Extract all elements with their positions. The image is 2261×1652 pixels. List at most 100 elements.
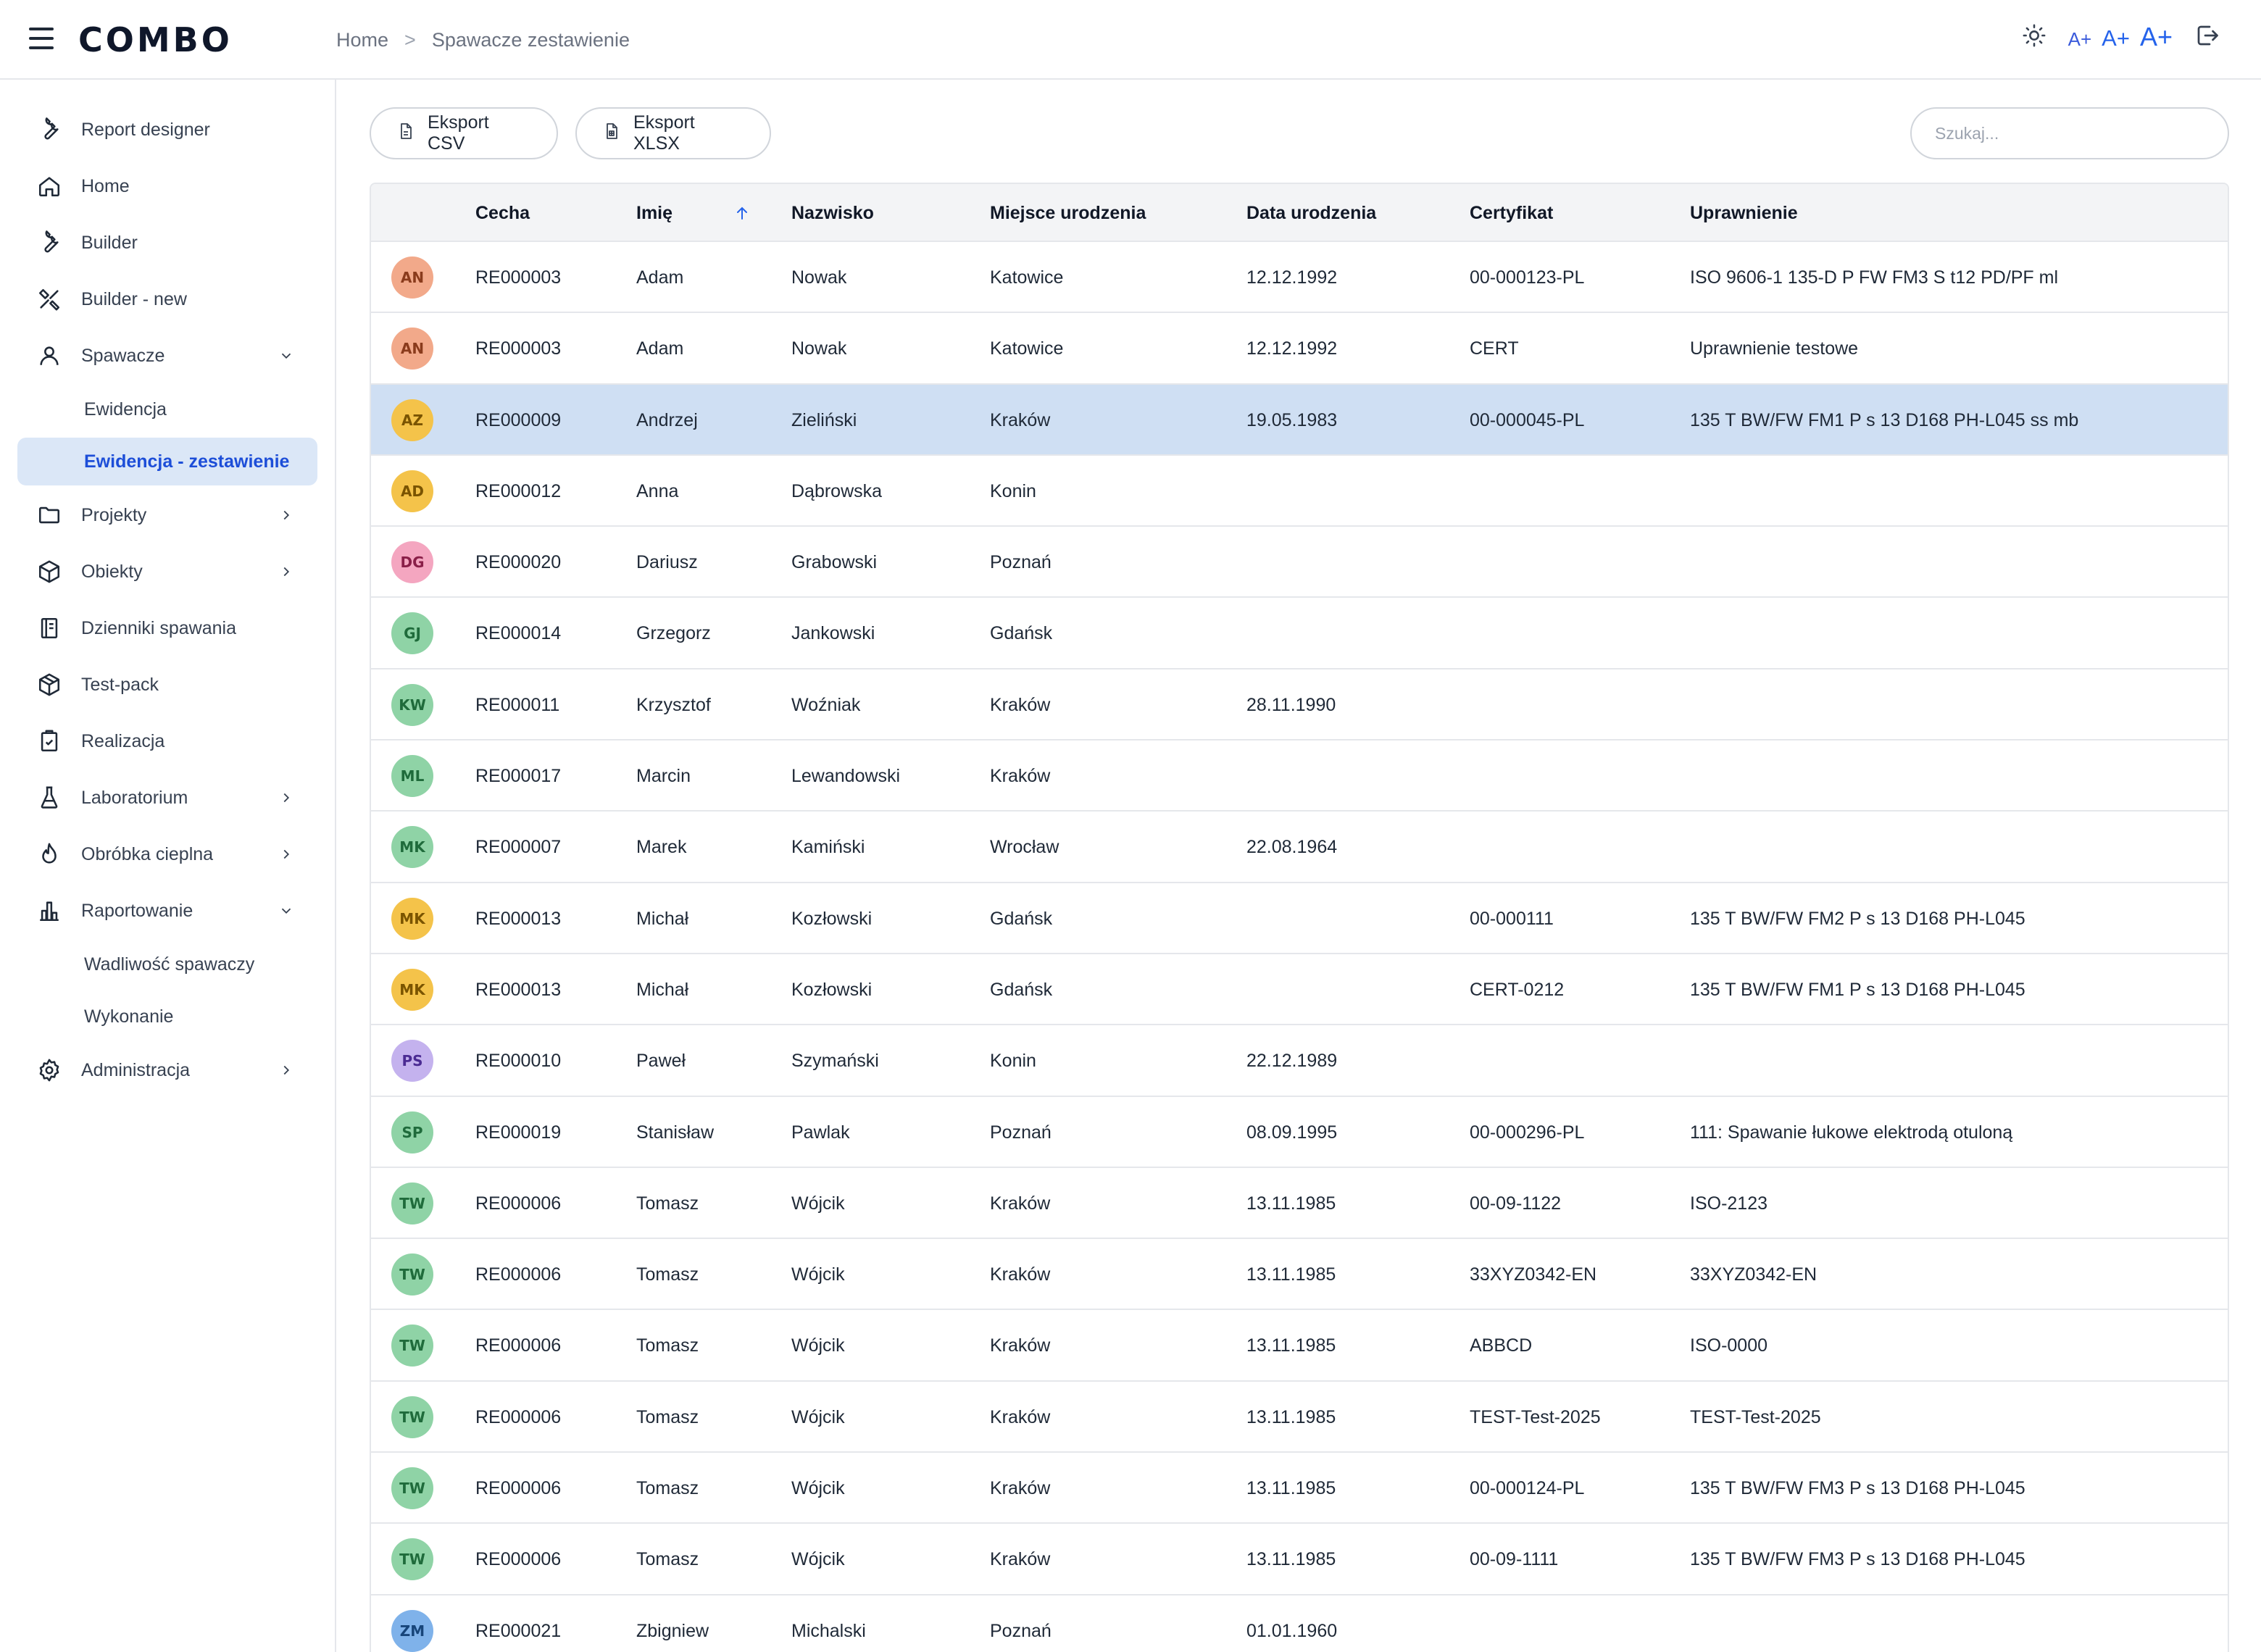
table-row[interactable]: AZ RE000009 Andrzej Zieliński Kraków 19.05.19… [371, 384, 2228, 456]
table-row[interactable]: TW RE000006 Tomasz Wójcik Kraków 13.11.1985 00… [371, 1524, 2228, 1595]
cell-imie: Dariusz [636, 552, 698, 573]
table-row[interactable]: DG RE000020 Dariusz Grabowski Poznań [371, 527, 2228, 598]
table-row[interactable]: TW RE000006 Tomasz Wójcik Kraków 13.11.1985 00… [371, 1168, 2228, 1240]
theme-toggle-sun-icon[interactable] [2022, 23, 2046, 51]
sidebar-item-test-pack[interactable]: Test-pack [17, 661, 317, 709]
menu-icon[interactable] [29, 28, 57, 52]
table-row[interactable]: AD RE000012 Anna Dąbrowska Konin [371, 456, 2228, 527]
table-row[interactable]: GJ RE000014 Grzegorz Jankowski Gdańsk [371, 598, 2228, 669]
sidebar-subitem-wykonanie[interactable]: Wykonanie [17, 993, 317, 1040]
cell-miejsce-urodzenia: Kraków [990, 1406, 1051, 1427]
header-actions: A+ A+ A+ [2022, 22, 2220, 52]
cell-miejsce-urodzenia: Poznań [990, 1122, 1052, 1143]
cell-cecha: RE000010 [475, 1051, 562, 1072]
sidebar-subitem-wadliwosc-spawaczy[interactable]: Wadliwość spawaczy [17, 940, 317, 988]
cell-cecha: RE000012 [475, 480, 562, 501]
table-row[interactable]: AN RE000003 Adam Nowak Katowice 12.12.1992 00-… [371, 242, 2228, 314]
table-row[interactable]: KW RE000011 Krzysztof Woźniak Kraków 28.11.19… [371, 669, 2228, 741]
table-row[interactable]: AN RE000003 Adam Nowak Katowice 12.12.1992 CER… [371, 313, 2228, 385]
cell-nazwisko: Wójcik [791, 1193, 845, 1214]
journal-icon [35, 614, 64, 643]
sidebar-item-label: Raportowanie [81, 900, 193, 921]
column-header-uprawnienie[interactable]: Uprawnienie [1690, 203, 1798, 224]
cell-miejsce-urodzenia: Kraków [990, 409, 1051, 430]
sidebar-item-administracja[interactable]: Administracja [17, 1046, 317, 1094]
cell-data-urodzenia: 13.11.1985 [1246, 1335, 1336, 1356]
sidebar-item-label: Obróbka cieplna [81, 843, 214, 864]
chevron-down-icon [277, 346, 296, 365]
breadcrumb-home[interactable]: Home [336, 29, 388, 51]
font-size-medium-button[interactable]: A+ [2102, 25, 2130, 51]
sidebar-item-label: Obiekty [81, 561, 143, 582]
column-header-certyfikat[interactable]: Certyfikat [1470, 203, 1553, 224]
sidebar-item-realizacja[interactable]: Realizacja [17, 717, 317, 765]
sidebar-subitem-ewidencja[interactable]: Ewidencja [17, 385, 317, 433]
cell-imie: Michał [636, 979, 689, 1000]
cell-nazwisko: Grabowski [791, 552, 878, 573]
file-spreadsheet-icon [603, 122, 620, 146]
cell-certyfikat: ABBCD [1470, 1335, 1533, 1356]
cell-cecha: RE000007 [475, 837, 562, 858]
export-xlsx-button[interactable]: Eksport XLSX [575, 107, 771, 159]
export-csv-button[interactable]: Eksport CSV [370, 107, 558, 159]
avatar: MK [391, 826, 433, 869]
bar-chart-icon [35, 896, 64, 925]
table-row[interactable]: TW RE000006 Tomasz Wójcik Kraków 13.11.1985 AB… [371, 1310, 2228, 1382]
font-size-large-button[interactable]: A+ [2140, 22, 2173, 52]
table-row[interactable]: TW RE000006 Tomasz Wójcik Kraków 13.11.1985 TE… [371, 1382, 2228, 1453]
table-row[interactable]: PS RE000010 Paweł Szymański Konin 22.12.1989 [371, 1025, 2228, 1097]
table-row[interactable]: MK RE000013 Michał Kozłowski Gdańsk 00-000111… [371, 883, 2228, 954]
table-row[interactable]: MK RE000013 Michał Kozłowski Gdańsk CERT-0212… [371, 954, 2228, 1026]
cell-miejsce-urodzenia: Katowice [990, 338, 1064, 359]
logout-icon[interactable] [2194, 22, 2220, 52]
table-body: AN RE000003 Adam Nowak Katowice 12.12.1992 00-… [371, 242, 2228, 1652]
sidebar-item-builder[interactable]: Builder [17, 219, 317, 267]
cell-cecha: RE000013 [475, 979, 562, 1000]
sidebar-item-obrobka-cieplna[interactable]: Obróbka cieplna [17, 830, 317, 878]
sidebar-item-raportowanie[interactable]: Raportowanie [17, 887, 317, 935]
column-header-data-urodzenia[interactable]: Data urodzenia [1246, 203, 1376, 224]
cell-cecha: RE000021 [475, 1620, 562, 1641]
sidebar-item-label: Test-pack [81, 674, 159, 695]
avatar: TW [391, 1182, 433, 1225]
sidebar-item-dzienniki-spawania[interactable]: Dzienniki spawania [17, 604, 317, 652]
avatar: ML [391, 755, 433, 798]
column-header-miejsce-urodzenia[interactable]: Miejsce urodzenia [990, 203, 1146, 224]
sidebar-item-label: Ewidencja - zestawienie [84, 451, 290, 472]
table-row[interactable]: ML RE000017 Marcin Lewandowski Kraków [371, 741, 2228, 812]
cell-miejsce-urodzenia: Poznań [990, 1620, 1052, 1641]
cell-miejsce-urodzenia: Konin [990, 480, 1036, 501]
sidebar-item-label: Builder - new [81, 288, 187, 309]
sidebar-item-obiekty[interactable]: Obiekty [17, 548, 317, 596]
cell-uprawnienie: 135 T BW/FW FM3 P s 13 D168 PH-L045 [1690, 1478, 2025, 1499]
cell-cecha: RE000017 [475, 766, 562, 787]
sidebar-subitem-ewidencja-zestawienie[interactable]: Ewidencja - zestawienie [17, 438, 317, 485]
table-row[interactable]: TW RE000006 Tomasz Wójcik Kraków 13.11.1985 00… [371, 1453, 2228, 1524]
cell-imie: Tomasz [636, 1478, 699, 1499]
chevron-right-icon [277, 562, 296, 581]
sidebar-item-spawacze[interactable]: Spawacze [17, 332, 317, 380]
avatar: TW [391, 1324, 433, 1367]
cell-imie: Tomasz [636, 1335, 699, 1356]
column-header-nazwisko[interactable]: Nazwisko [791, 203, 874, 224]
table-row[interactable]: TW RE000006 Tomasz Wójcik Kraków 13.11.1985 33… [371, 1239, 2228, 1311]
cell-imie: Tomasz [636, 1264, 699, 1285]
cell-uprawnienie: 135 T BW/FW FM1 P s 13 D168 PH-L045 ss m… [1690, 409, 2079, 430]
search-input[interactable] [1910, 107, 2229, 159]
table-row[interactable]: ZM RE000021 Zbigniew Michalski Poznań 01.01.1… [371, 1595, 2228, 1652]
avatar: ZM [391, 1609, 433, 1652]
table-row[interactable]: MK RE000007 Marek Kamiński Wrocław 22.08.1964 [371, 812, 2228, 883]
font-size-small-button[interactable]: A+ [2068, 28, 2092, 51]
table-row[interactable]: SP RE000019 Stanisław Pawlak Poznań 08.09.199… [371, 1097, 2228, 1168]
column-header-imie[interactable]: Imię [636, 203, 673, 224]
sidebar-item-report-designer[interactable]: Report designer [17, 106, 317, 154]
sidebar-item-laboratorium[interactable]: Laboratorium [17, 774, 317, 822]
avatar: SP [391, 1111, 433, 1154]
cell-imie: Marek [636, 837, 687, 858]
sidebar-item-projekty[interactable]: Projekty [17, 491, 317, 539]
sort-ascending-icon[interactable] [733, 203, 751, 227]
sidebar-item-builder-new[interactable]: Builder - new [17, 275, 317, 323]
column-header-cecha[interactable]: Cecha [475, 203, 530, 224]
cell-certyfikat: 00-000123-PL [1470, 267, 1585, 288]
sidebar-item-home[interactable]: Home [17, 162, 317, 210]
